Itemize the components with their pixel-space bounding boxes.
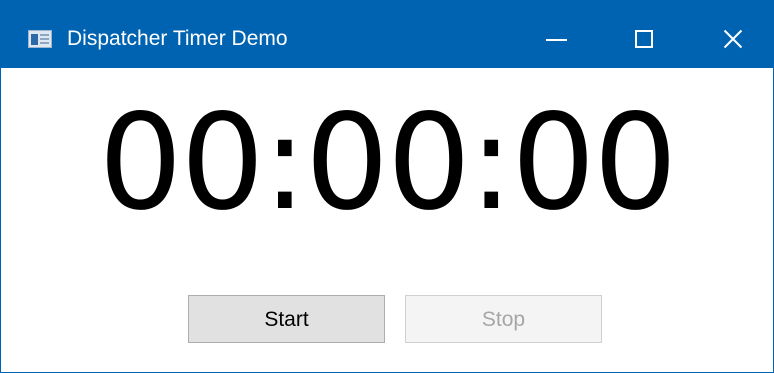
app-window-icon [28, 30, 52, 48]
stop-button: Stop [405, 295, 602, 343]
close-button[interactable] [687, 0, 773, 68]
close-icon [723, 29, 743, 49]
timer-display: 00:00:00 [98, 86, 678, 240]
title-bar[interactable]: Dispatcher Timer Demo [1, 0, 773, 68]
start-button[interactable]: Start [188, 295, 385, 343]
minimize-icon [546, 39, 567, 41]
maximize-icon [635, 30, 653, 48]
app-window: Dispatcher Timer Demo 00:00:00 Start Sto… [0, 0, 774, 373]
minimize-button[interactable] [511, 0, 599, 68]
maximize-button[interactable] [599, 0, 687, 68]
window-title: Dispatcher Timer Demo [67, 27, 288, 50]
